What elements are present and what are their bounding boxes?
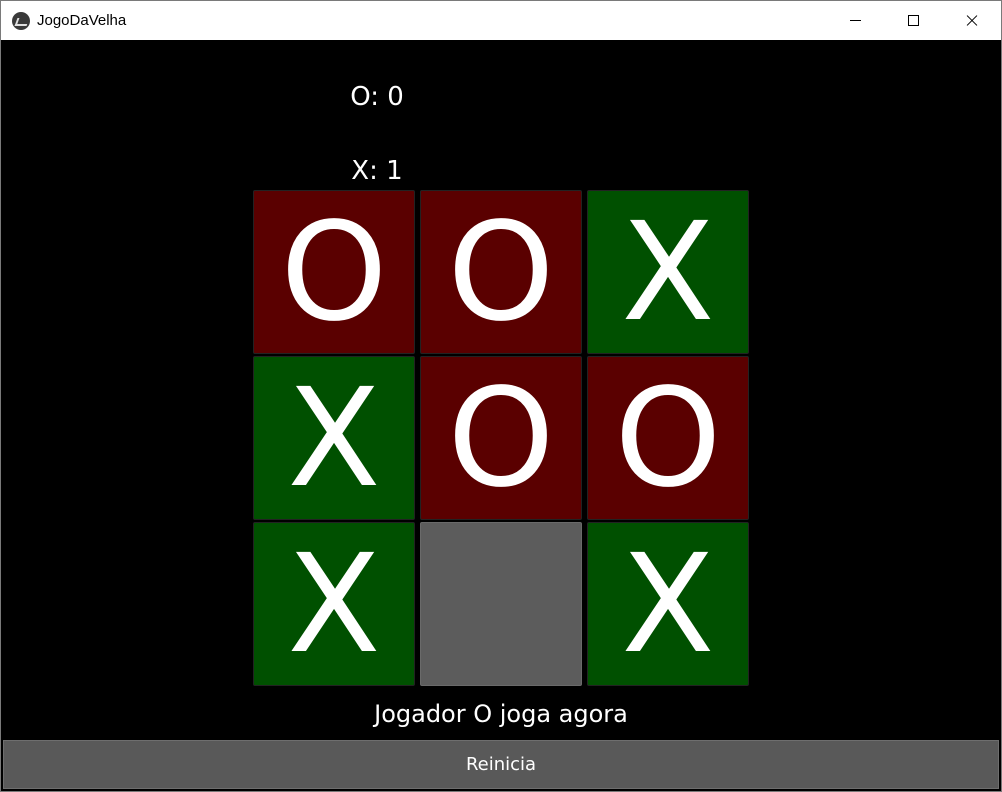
score-o-label: O: 0 [350, 82, 404, 112]
board-cell-4[interactable]: X [253, 356, 415, 520]
board-cell-9[interactable]: X [587, 522, 749, 686]
board-cell-7[interactable]: X [253, 522, 415, 686]
app-window: JogoDaVelha O: 0 X: 1 O O X X O O X X Jo… [0, 0, 1002, 792]
game-board: O O X X O O X X [253, 190, 753, 690]
turn-status: Jogador O joga agora [374, 700, 628, 728]
game-area: O: 0 X: 1 O O X X O O X X Jogador O joga… [1, 40, 1001, 791]
board-cell-1[interactable]: O [253, 190, 415, 354]
window-title: JogoDaVelha [37, 12, 127, 29]
board-cell-8[interactable] [420, 522, 582, 686]
maximize-button[interactable] [885, 1, 943, 40]
restart-button[interactable]: Reinicia [3, 740, 999, 789]
score-x-label: X: 1 [351, 156, 403, 186]
app-icon [12, 12, 30, 30]
board-cell-2[interactable]: O [420, 190, 582, 354]
board-cell-3[interactable]: X [587, 190, 749, 354]
board-cell-6[interactable]: O [587, 356, 749, 520]
board-cell-5[interactable]: O [420, 356, 582, 520]
title-bar: JogoDaVelha [1, 1, 1001, 40]
close-button[interactable] [943, 1, 1001, 40]
minimize-button[interactable] [827, 1, 885, 40]
